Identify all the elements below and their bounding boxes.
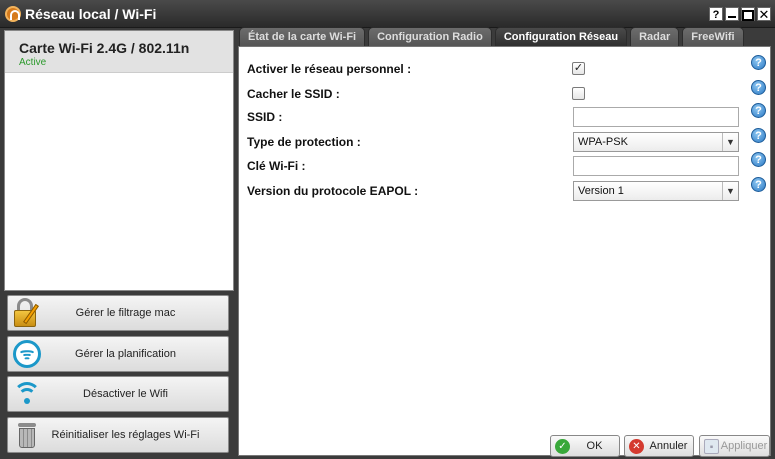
eapol-version-row: Version du protocole EAPOL : Version 1 ▼… xyxy=(247,177,767,201)
ssid-row: SSID : ? xyxy=(247,103,767,127)
chevron-down-icon: ▼ xyxy=(722,182,738,200)
check-icon: ✓ xyxy=(555,438,570,454)
tab-radio-config[interactable]: Configuration Radio xyxy=(368,27,492,46)
disable-wifi-button[interactable]: Désactiver le Wifi xyxy=(7,376,229,412)
protection-type-value: WPA-PSK xyxy=(578,136,628,148)
protection-type-row: Type de protection : WPA-PSK ▼ ? xyxy=(247,128,767,152)
freebox-app-icon xyxy=(5,6,21,22)
wifi-icon xyxy=(11,378,43,410)
network-config-panel: Activer le réseau personnel : ✓ ? Cacher… xyxy=(238,46,771,456)
tab-radar[interactable]: Radar xyxy=(630,27,680,46)
apply-button[interactable]: ▪ Appliquer xyxy=(699,435,770,457)
chevron-down-icon: ▼ xyxy=(722,133,738,151)
help-icon[interactable]: ? xyxy=(751,152,766,167)
eapol-version-select[interactable]: Version 1 ▼ xyxy=(573,181,739,201)
window-title: Réseau local / Wi-Fi xyxy=(25,6,157,22)
protection-type-label: Type de protection : xyxy=(247,135,361,149)
manage-schedule-label: Gérer la planification xyxy=(75,348,176,360)
wifi-key-label: Clé Wi-Fi : xyxy=(247,159,306,173)
wifi-card-status: Active xyxy=(19,57,47,68)
help-icon[interactable]: ? xyxy=(751,128,766,143)
wifi-card-list: Carte Wi-Fi 2.4G / 802.11n Active xyxy=(4,30,234,291)
enable-personal-network-row: Activer le réseau personnel : ✓ ? xyxy=(247,55,767,79)
ssid-label: SSID : xyxy=(247,110,283,124)
enable-personal-network-label: Activer le réseau personnel : xyxy=(247,62,412,76)
minimize-button[interactable] xyxy=(725,7,739,21)
cancel-button[interactable]: ✕ Annuler xyxy=(624,435,694,457)
help-window-button[interactable]: ? xyxy=(709,7,723,21)
eapol-version-value: Version 1 xyxy=(578,185,624,197)
maximize-button[interactable] xyxy=(741,7,755,21)
wifi-key-row: Clé Wi-Fi : ? xyxy=(247,152,767,176)
help-icon[interactable]: ? xyxy=(751,103,766,118)
wifi-key-input[interactable] xyxy=(573,156,739,176)
close-icon: ✕ xyxy=(629,438,644,454)
manage-mac-filter-label: Gérer le filtrage mac xyxy=(75,307,176,319)
title-bar: Réseau local / Wi-Fi ? ✕ xyxy=(0,0,775,28)
wifi-card-item[interactable]: Carte Wi-Fi 2.4G / 802.11n Active xyxy=(5,31,233,73)
help-icon[interactable]: ? xyxy=(751,55,766,70)
apply-label: Appliquer xyxy=(720,440,768,452)
manage-schedule-button[interactable]: ᯤ Gérer la planification xyxy=(7,336,229,372)
help-icon[interactable]: ? xyxy=(751,177,766,192)
ssid-input[interactable] xyxy=(573,107,739,127)
window-controls: ? ✕ xyxy=(709,7,771,22)
disable-wifi-label: Désactiver le Wifi xyxy=(83,388,168,400)
enable-personal-network-checkbox[interactable]: ✓ xyxy=(572,62,585,75)
hide-ssid-row: Cacher le SSID : ? xyxy=(247,80,767,104)
wifi-card-name: Carte Wi-Fi 2.4G / 802.11n xyxy=(19,40,190,56)
tab-wifi-card-status[interactable]: État de la carte Wi-Fi xyxy=(239,27,366,46)
protection-type-select[interactable]: WPA-PSK ▼ xyxy=(573,132,739,152)
manage-mac-filter-button[interactable]: Gérer le filtrage mac xyxy=(7,295,229,331)
ok-button[interactable]: ✓ OK xyxy=(550,435,620,457)
tab-bar: État de la carte Wi-Fi Configuration Rad… xyxy=(239,27,744,46)
save-icon: ▪ xyxy=(704,438,719,454)
hide-ssid-checkbox[interactable] xyxy=(572,87,585,100)
reset-wifi-settings-label: Réinitialiser les réglages Wi-Fi xyxy=(51,429,200,441)
hide-ssid-label: Cacher le SSID : xyxy=(247,87,340,101)
schedule-icon: ᯤ xyxy=(11,338,43,370)
help-icon[interactable]: ? xyxy=(751,80,766,95)
tab-freewifi[interactable]: FreeWifi xyxy=(682,27,744,46)
tab-network-config[interactable]: Configuration Réseau xyxy=(494,27,628,46)
cancel-label: Annuler xyxy=(649,440,688,452)
close-button[interactable]: ✕ xyxy=(757,7,771,22)
reset-wifi-settings-button[interactable]: Réinitialiser les réglages Wi-Fi xyxy=(7,417,229,453)
trash-icon xyxy=(11,419,43,451)
lock-edit-icon xyxy=(11,297,43,329)
ok-label: OK xyxy=(586,440,603,452)
eapol-version-label: Version du protocole EAPOL : xyxy=(247,184,419,198)
